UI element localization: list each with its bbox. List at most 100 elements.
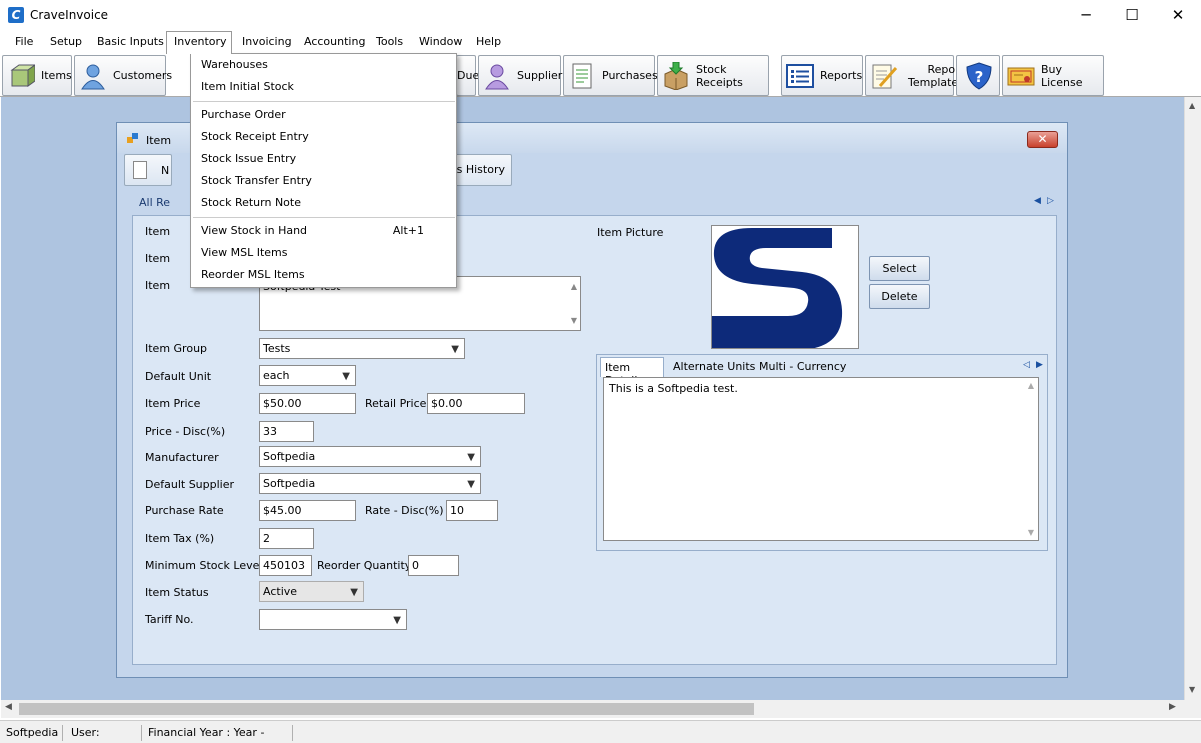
help-button[interactable]: ? — [956, 55, 1000, 96]
menu-item-stock-issue-entry[interactable]: Stock Issue Entry — [201, 148, 451, 170]
suppliers-button[interactable]: Suppliers — [478, 55, 568, 96]
horizontal-scrollbar[interactable]: ◀ ▶ — [1, 700, 1184, 718]
manufacturer-select[interactable]: Softpedia ▼ — [259, 446, 481, 467]
menu-item-reorder-msl-items[interactable]: Reorder MSL Items — [201, 264, 451, 286]
menu-file[interactable]: File — [8, 31, 40, 53]
default-unit-value: each — [263, 369, 290, 382]
horizontal-scroll-thumb[interactable] — [19, 703, 754, 715]
window-title: CraveInvoice — [30, 8, 109, 22]
menu-item-view-msl-items[interactable]: View MSL Items — [201, 242, 451, 264]
items-button[interactable]: Items — [2, 55, 72, 96]
retail-price-input[interactable]: $0.00 — [427, 393, 525, 414]
package-icon — [662, 61, 690, 91]
tab-scroll-right-icon[interactable]: ▶ — [1036, 360, 1043, 370]
min-stock-label: Minimum Stock Level — [145, 559, 263, 572]
app-icon: C — [8, 7, 24, 23]
manufacturer-value: Softpedia — [263, 450, 316, 463]
buy-license-button[interactable]: Buy License — [1002, 55, 1104, 96]
new-document-icon — [133, 161, 147, 179]
menu-invoicing[interactable]: Invoicing — [235, 31, 299, 53]
textarea-down-icon[interactable]: ▼ — [1028, 528, 1034, 537]
menu-item-stock-receipt-entry[interactable]: Stock Receipt Entry — [201, 126, 451, 148]
maximize-button[interactable]: ☐ — [1109, 0, 1155, 31]
menu-setup[interactable]: Setup — [43, 31, 89, 53]
tab-item-details[interactable]: Item Details — [600, 357, 664, 387]
menu-item-item-initial-stock[interactable]: Item Initial Stock — [201, 76, 451, 98]
chevron-down-icon: ▼ — [393, 615, 401, 626]
view-stock-in-hand-label: View Stock in Hand — [201, 224, 308, 237]
report-templates-button[interactable]: Report Templates — [865, 55, 964, 96]
textarea-up-icon[interactable]: ▲ — [571, 279, 577, 294]
reorder-qty-input[interactable]: 0 — [408, 555, 459, 576]
item-picture-label: Item Picture — [597, 226, 664, 239]
shield-help-icon: ? — [965, 61, 993, 90]
textarea-down-icon[interactable]: ▼ — [571, 313, 577, 328]
menu-accounting[interactable]: Accounting — [297, 31, 372, 53]
minimize-button[interactable]: ─ — [1063, 0, 1109, 31]
rate-disc-label: Rate - Disc(%) — [365, 504, 444, 517]
svg-text:?: ? — [975, 68, 984, 86]
select-picture-button[interactable]: Select — [869, 256, 930, 281]
details-tab-panel: Item Details Alternate Units Multi - Cur… — [596, 354, 1048, 551]
price-disc-input[interactable]: 33 — [259, 421, 314, 442]
item-details-textarea[interactable]: This is a Softpedia test. ▲ ▼ — [603, 377, 1039, 541]
tab-scroll-left-icon[interactable]: ◀ — [1034, 196, 1041, 206]
stock-receipts-button[interactable]: Stock Receipts — [657, 55, 769, 96]
textarea-up-icon[interactable]: ▲ — [1028, 381, 1034, 390]
default-supplier-select[interactable]: Softpedia ▼ — [259, 473, 481, 494]
status-financial-year: Financial Year : Year - 2016 — [143, 725, 293, 743]
item-status-label: Item Status — [145, 586, 209, 599]
menu-tools[interactable]: Tools — [369, 31, 410, 53]
rate-disc-input[interactable]: 10 — [446, 500, 498, 521]
status-user: User: admin — [66, 725, 142, 743]
tab-scroll-left-icon[interactable]: ◁ — [1023, 360, 1030, 370]
buy-license-label: Buy License — [1041, 62, 1083, 89]
certificate-icon — [1007, 62, 1035, 90]
item-group-select[interactable]: Tests ▼ — [259, 338, 465, 359]
scroll-up-icon[interactable]: ▲ — [1189, 101, 1195, 110]
chevron-down-icon: ▼ — [350, 587, 358, 598]
tab-all-records[interactable]: All Re — [139, 196, 170, 209]
purchases-button[interactable]: Purchases — [563, 55, 658, 96]
tab-scroll-right-icon[interactable]: ▷ — [1047, 196, 1054, 206]
purchase-rate-input[interactable]: $45.00 — [259, 500, 356, 521]
reports-button[interactable]: Reports — [781, 55, 863, 96]
default-supplier-value: Softpedia — [263, 477, 316, 490]
purchase-rate-label: Purchase Rate — [145, 504, 224, 517]
chevron-down-icon: ▼ — [467, 452, 475, 463]
scroll-left-icon[interactable]: ◀ — [5, 702, 12, 712]
menu-help[interactable]: Help — [469, 31, 508, 53]
default-unit-select[interactable]: each ▼ — [259, 365, 356, 386]
scroll-corner — [1184, 700, 1201, 718]
view-stock-shortcut: Alt+1 — [392, 224, 424, 237]
new-button-label: N — [161, 164, 170, 177]
box-icon — [7, 62, 37, 90]
due-button[interactable]: Due — [456, 55, 479, 96]
item-tax-label: Item Tax (%) — [145, 532, 215, 545]
customers-button[interactable]: Customers — [74, 55, 172, 96]
item-price-input[interactable]: $50.00 — [259, 393, 356, 414]
menu-window[interactable]: Window — [412, 31, 469, 53]
item-status-select[interactable]: Active ▼ — [259, 581, 364, 602]
tariff-select[interactable]: ▼ — [259, 609, 407, 630]
menu-item-stock-return-note[interactable]: Stock Return Note — [201, 192, 451, 214]
scroll-down-icon[interactable]: ▼ — [1189, 685, 1195, 694]
menu-separator — [193, 101, 455, 102]
delete-picture-button[interactable]: Delete — [869, 284, 930, 309]
menu-inventory[interactable]: Inventory — [166, 31, 232, 54]
menu-item-view-stock-in-hand[interactable]: View Stock in Hand Alt+1 — [201, 220, 451, 242]
scroll-right-icon[interactable]: ▶ — [1169, 702, 1176, 712]
vertical-scrollbar[interactable]: ▲ ▼ — [1184, 97, 1201, 700]
close-button[interactable]: ✕ — [1155, 0, 1201, 31]
item-window-close-button[interactable]: ✕ — [1027, 131, 1058, 148]
menu-item-warehouses[interactable]: Warehouses — [201, 54, 451, 76]
item-tax-input[interactable]: 2 — [259, 528, 314, 549]
menu-basic-inputs[interactable]: Basic Inputs — [90, 31, 171, 53]
menu-item-stock-transfer-entry[interactable]: Stock Transfer Entry — [201, 170, 451, 192]
tab-alternate-units[interactable]: Alternate Units — [673, 360, 755, 373]
menu-item-purchase-order[interactable]: Purchase Order — [201, 104, 451, 126]
new-button[interactable]: N — [124, 154, 172, 186]
tab-multi-currency[interactable]: Multi - Currency — [759, 360, 846, 373]
min-stock-input[interactable]: 450103 — [259, 555, 312, 576]
person-icon — [79, 62, 107, 90]
